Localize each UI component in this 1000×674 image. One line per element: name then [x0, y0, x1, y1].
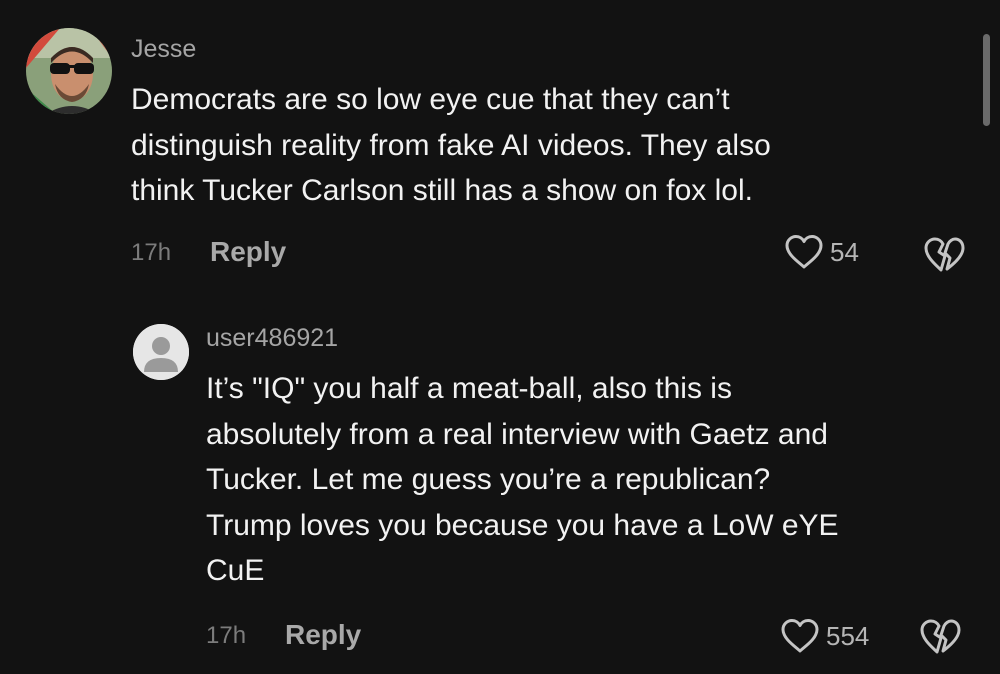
reply-button[interactable]: Reply: [210, 236, 286, 268]
user-photo-avatar-icon: [26, 28, 112, 114]
username[interactable]: Jesse: [131, 34, 196, 64]
timestamp: 17h: [131, 239, 172, 266]
like-count: 554: [826, 621, 870, 651]
comment-text: Democrats are so low eye cue that they c…: [131, 77, 771, 214]
comment-text-line: CuE: [206, 554, 265, 587]
comment-text-line: Trump loves you because you have a LoW e…: [206, 508, 839, 542]
dislike-button[interactable]: [918, 618, 962, 661]
comment-text-line: Democrats are so low eye cue that they c…: [131, 83, 730, 116]
reply-button[interactable]: Reply: [285, 619, 361, 651]
default-user-avatar-icon: [133, 324, 189, 380]
heart-icon: [785, 235, 823, 269]
comment-text-line: Tucker. Let me guess you’re a republican…: [206, 463, 771, 496]
comment-text-line: think Tucker Carlson still has a show on…: [131, 174, 753, 207]
avatar[interactable]: [26, 28, 112, 114]
avatar[interactable]: [133, 324, 189, 380]
username[interactable]: user486921: [206, 323, 338, 353]
comment-text-line: absolutely from a real interview with Ga…: [206, 417, 828, 451]
like-button[interactable]: 54: [784, 234, 859, 270]
like-count: 54: [830, 237, 859, 267]
broken-heart-icon: [920, 619, 961, 654]
comments-screen: Jesse Democrats are so low eye cue that …: [0, 0, 1000, 674]
heart-icon: [781, 619, 819, 653]
broken-heart-icon: [924, 237, 965, 272]
timestamp: 17h: [206, 622, 247, 649]
comment-text: It’s "IQ" you half a meat-ball, also thi…: [206, 366, 839, 594]
dislike-button[interactable]: [922, 236, 966, 279]
like-button[interactable]: 554: [780, 618, 869, 654]
scrollbar[interactable]: [983, 34, 990, 126]
comment-text-line: It’s "IQ" you half a meat-ball, also thi…: [206, 372, 732, 405]
comment-text-line: distinguish reality from fake AI videos.…: [131, 128, 771, 162]
